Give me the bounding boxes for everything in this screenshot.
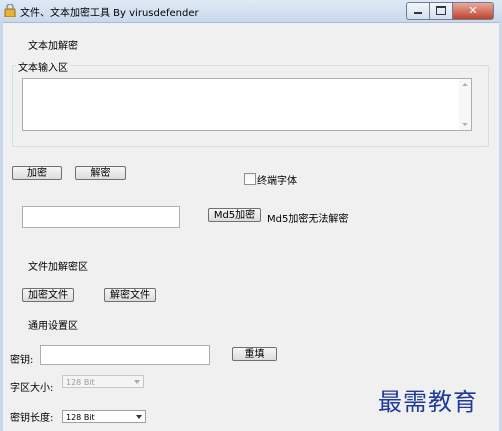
terminal-font-label: 终端字体: [257, 176, 297, 187]
close-button[interactable]: ✕: [452, 2, 494, 20]
block-size-value: 128 Bit: [66, 378, 95, 387]
key-length-label: 密钥长度:: [10, 413, 54, 424]
title-bar: 文件、文本加密工具 By virusdefender ✕: [0, 0, 502, 23]
maximize-button[interactable]: [429, 2, 452, 20]
reset-button[interactable]: 重填: [232, 347, 277, 361]
watermark: 最需教育: [378, 388, 478, 416]
scroll-down-icon[interactable]: [462, 123, 468, 126]
encrypt-button[interactable]: 加密: [12, 166, 62, 180]
section-text-input-area: 文本输入区: [16, 59, 70, 74]
minimize-icon: [407, 3, 429, 19]
chevron-down-icon: [136, 415, 142, 419]
encrypt-file-button[interactable]: 加密文件: [22, 288, 74, 302]
maximize-icon: [430, 3, 452, 19]
close-icon: ✕: [468, 4, 478, 17]
minimize-button[interactable]: [406, 2, 429, 20]
text-input[interactable]: [22, 78, 472, 131]
lock-icon: [4, 4, 16, 17]
section-settings: 通用设置区: [28, 321, 78, 332]
block-size-select: 128 Bit: [62, 375, 144, 388]
key-length-value: 128 Bit: [66, 413, 95, 422]
decrypt-button[interactable]: 解密: [75, 166, 126, 180]
section-file-crypt: 文件加解密区: [28, 262, 88, 273]
window-frame-left: [0, 22, 3, 431]
section-text-crypt: 文本加解密: [28, 41, 78, 52]
key-input[interactable]: [40, 345, 210, 365]
decrypt-file-button[interactable]: 解密文件: [104, 288, 156, 302]
key-length-select[interactable]: 128 Bit: [62, 410, 146, 423]
md5-input[interactable]: [22, 206, 180, 228]
block-size-label: 字区大小:: [10, 383, 54, 394]
window-controls: ✕: [406, 2, 494, 20]
window-title: 文件、文本加密工具 By virusdefender: [20, 8, 199, 19]
scroll-up-icon[interactable]: [462, 83, 468, 86]
key-label: 密钥:: [10, 355, 34, 366]
chevron-down-icon: [134, 380, 140, 384]
terminal-font-checkbox[interactable]: [244, 173, 256, 185]
textarea-scrollbar[interactable]: [459, 79, 471, 130]
md5-encrypt-button[interactable]: Md5加密: [208, 208, 261, 222]
md5-note: Md5加密无法解密: [267, 214, 349, 225]
